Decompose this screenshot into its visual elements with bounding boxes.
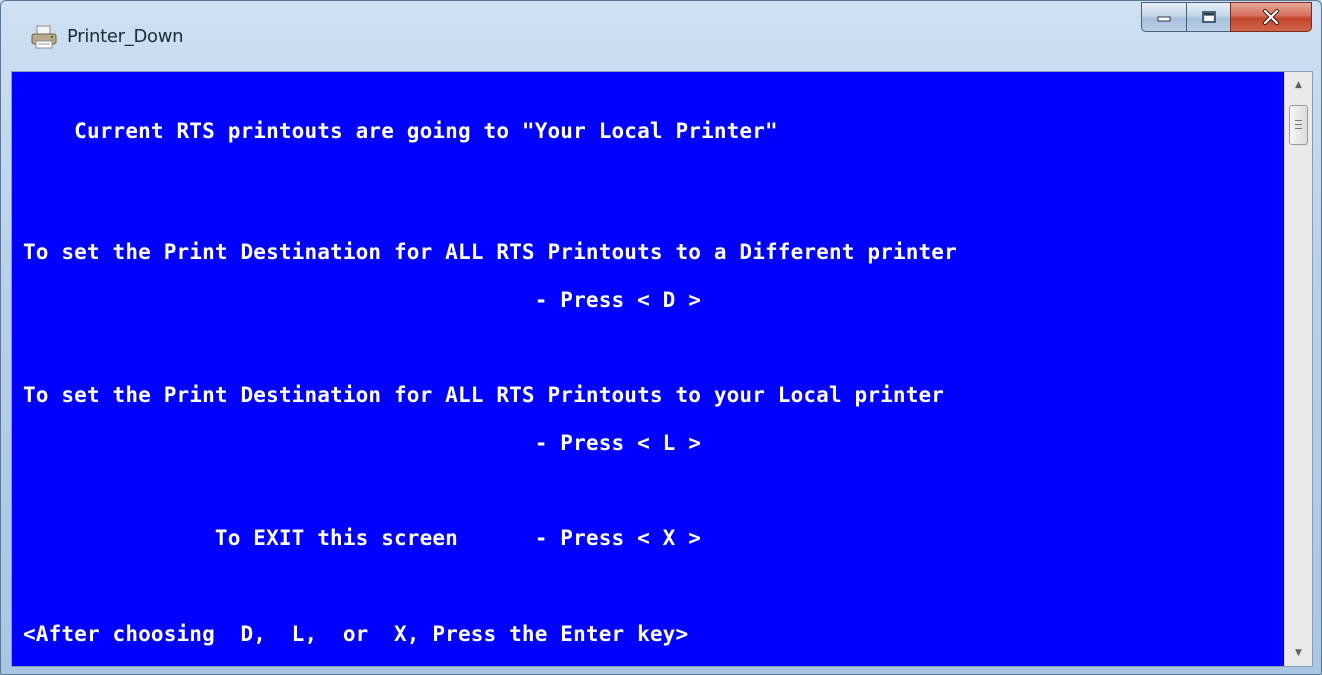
close-icon: [1263, 9, 1279, 25]
maximize-button[interactable]: [1186, 2, 1230, 32]
close-button[interactable]: [1230, 2, 1312, 32]
scroll-up-icon: ▲: [1295, 80, 1302, 90]
minimize-icon: [1157, 16, 1171, 22]
scroll-up-button[interactable]: ▲: [1285, 72, 1312, 98]
instructions-line: <After choosing D, L, or X, Press the En…: [23, 622, 689, 646]
grip-icon: [1295, 120, 1302, 129]
window-controls: [1141, 2, 1312, 32]
scroll-down-button[interactable]: ▼: [1285, 640, 1312, 666]
vertical-scrollbar[interactable]: ▲ ▼: [1284, 72, 1312, 666]
scroll-down-icon: ▼: [1295, 648, 1302, 658]
console-output[interactable]: Current RTS printouts are going to "Your…: [12, 72, 1284, 666]
scroll-thumb[interactable]: [1289, 105, 1308, 145]
console-frame: Current RTS printouts are going to "Your…: [11, 71, 1313, 667]
local-printer-option-line: To set the Print Destination for ALL RTS…: [23, 383, 945, 407]
exit-option-line: To EXIT this screen - Press < X >: [23, 526, 702, 550]
maximize-icon: [1201, 11, 1216, 23]
title-bar[interactable]: Printer_Down: [1, 1, 1321, 71]
printer-icon: [31, 25, 57, 49]
press-d-line: - Press < D >: [23, 288, 702, 312]
press-l-line: - Press < L >: [23, 431, 702, 455]
window-title: Printer_Down: [67, 26, 184, 47]
current-destination-line: Current RTS printouts are going to "Your…: [23, 119, 778, 143]
minimize-button[interactable]: [1141, 2, 1186, 32]
console-window: Printer_Down Current RTS printouts are g…: [0, 0, 1322, 675]
different-printer-option-line: To set the Print Destination for ALL RTS…: [23, 240, 957, 264]
